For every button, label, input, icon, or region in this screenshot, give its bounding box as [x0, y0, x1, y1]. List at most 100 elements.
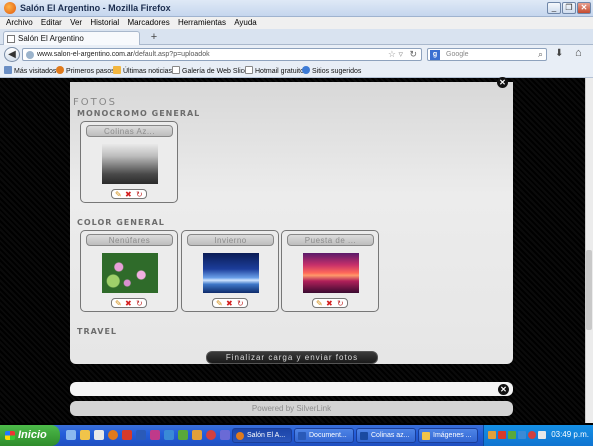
photo-card: Puesta de ... ✎ ✖ ↻: [281, 230, 379, 312]
app-icon[interactable]: [178, 430, 188, 440]
tray-icon[interactable]: [498, 431, 506, 439]
section-title-monocromo: MONOCROMO GENERAL: [77, 109, 201, 118]
folder-icon: [4, 66, 12, 74]
tab-label: Salón El Argentino: [18, 34, 84, 43]
photo-card: Invierno ✎ ✖ ↻: [181, 230, 279, 312]
photo-card: Colinas Az... ✎ ✖ ↻: [80, 121, 178, 203]
edit-icon[interactable]: ✎: [316, 299, 323, 308]
search-bar[interactable]: g Google ⌕: [427, 48, 547, 61]
restore-button[interactable]: ❐: [562, 2, 576, 14]
volume-icon[interactable]: [538, 431, 546, 439]
desktop-icon[interactable]: [94, 430, 104, 440]
rotate-icon[interactable]: ↻: [337, 299, 344, 308]
new-tab-button[interactable]: +: [146, 31, 162, 44]
page-icon: [245, 66, 253, 74]
app-icon[interactable]: [206, 430, 216, 440]
bookmark-mas-visitados[interactable]: Más visitados: [4, 66, 56, 75]
menu-bar: Archivo Editar Ver Historial Marcadores …: [0, 17, 593, 29]
url-text: www.salon-el-argentino.com.ar/default.as…: [37, 51, 210, 58]
firefox-icon: [56, 66, 64, 74]
back-button[interactable]: ◀: [4, 47, 20, 62]
start-button[interactable]: Inicio: [0, 425, 60, 446]
menu-historial[interactable]: Historial: [90, 17, 119, 29]
photo-thumbnail-sunset[interactable]: [303, 253, 359, 293]
vertical-scrollbar[interactable]: [585, 78, 593, 423]
firefox-icon[interactable]: [108, 430, 118, 440]
close-panel-icon[interactable]: ✕: [497, 77, 508, 88]
clock[interactable]: 03:49 p.m.: [551, 430, 589, 439]
bookmark-hotmail[interactable]: Hotmail gratuito: [245, 66, 304, 75]
edit-icon[interactable]: ✎: [216, 299, 223, 308]
photo-actions: ✎ ✖ ↻: [212, 298, 248, 308]
photo-thumbnail-waterlilies[interactable]: [102, 253, 158, 293]
folder-icon[interactable]: [80, 430, 90, 440]
search-placeholder: Google: [446, 51, 469, 58]
tab-salon[interactable]: Salón El Argentino: [3, 31, 140, 45]
taskbar-item-document[interactable]: Document...: [294, 428, 354, 443]
delete-icon[interactable]: ✖: [326, 299, 333, 308]
title-bar: Salón El Argentino - Mozilla Firefox _ ❐…: [0, 0, 593, 17]
menu-ver[interactable]: Ver: [70, 17, 82, 29]
bookmark-star-icon[interactable]: ☆ ▿: [388, 49, 403, 60]
delete-icon[interactable]: ✖: [226, 299, 233, 308]
app-icon[interactable]: [122, 430, 132, 440]
tray-icon[interactable]: [488, 431, 496, 439]
folder-icon: [422, 432, 430, 440]
google-icon[interactable]: g: [430, 50, 440, 60]
edit-icon[interactable]: ✎: [115, 299, 122, 308]
menu-archivo[interactable]: Archivo: [6, 17, 33, 29]
url-bar[interactable]: www.salon-el-argentino.com.ar/default.as…: [22, 48, 422, 61]
tray-icon[interactable]: [508, 431, 516, 439]
photoshop-icon: [360, 432, 368, 440]
rotate-icon[interactable]: ↻: [237, 299, 244, 308]
photo-thumbnail-blue-hills[interactable]: [102, 144, 158, 184]
app-icon[interactable]: [164, 430, 174, 440]
taskbar-item-firefox[interactable]: Salón El A...: [232, 428, 292, 443]
close-window-button[interactable]: ✕: [577, 2, 591, 14]
section-title-color: COLOR GENERAL: [77, 218, 165, 227]
word-icon[interactable]: [136, 430, 146, 440]
firefox-icon: [236, 432, 244, 440]
edit-icon[interactable]: ✎: [115, 190, 122, 199]
menu-editar[interactable]: Editar: [41, 17, 62, 29]
app-icon[interactable]: [220, 430, 230, 440]
app-icon[interactable]: [192, 430, 202, 440]
download-arrow-icon[interactable]: ⬇: [555, 48, 563, 59]
globe-icon: [26, 51, 34, 59]
app-icon[interactable]: [150, 430, 160, 440]
minimize-button[interactable]: _: [547, 2, 561, 14]
photo-caption: Puesta de ...: [287, 234, 374, 246]
page-heading: FOTOS: [73, 97, 117, 108]
taskbar-item-colinas[interactable]: Colinas az...: [356, 428, 416, 443]
rotate-icon[interactable]: ↻: [136, 299, 143, 308]
rotate-icon[interactable]: ↻: [136, 190, 143, 199]
bookmark-sitios-sugeridos[interactable]: Sitios sugeridos: [302, 66, 361, 75]
photo-thumbnail-winter[interactable]: [203, 253, 259, 293]
scrollbar-thumb[interactable]: [586, 250, 592, 330]
search-icon[interactable]: ⌕: [538, 49, 543, 60]
finalize-upload-button[interactable]: Finalizar carga y enviar fotos: [206, 351, 378, 364]
reload-icon[interactable]: ↻: [409, 49, 417, 60]
delete-icon[interactable]: ✖: [125, 299, 132, 308]
menu-marcadores[interactable]: Marcadores: [127, 17, 169, 29]
photo-actions: ✎ ✖ ↻: [111, 189, 147, 199]
menu-herramientas[interactable]: Herramientas: [178, 17, 226, 29]
bookmark-ultimas-noticias[interactable]: Últimas noticias: [113, 66, 172, 75]
windows-taskbar: Inicio Salón El A... Document... Colinas…: [0, 425, 593, 446]
photo-caption: Nenúfares: [86, 234, 173, 246]
close-bar-icon[interactable]: ✕: [498, 384, 509, 395]
secondary-panel-bar: [70, 382, 513, 396]
tray-icon[interactable]: [528, 431, 536, 439]
bookmark-galeria-web-slice[interactable]: Galería de Web Slice: [172, 66, 248, 75]
taskbar-item-imagenes[interactable]: Imágenes ...: [418, 428, 478, 443]
bookmark-primeros-pasos[interactable]: Primeros pasos: [56, 66, 115, 75]
photo-actions: ✎ ✖ ↻: [312, 298, 348, 308]
menu-ayuda[interactable]: Ayuda: [234, 17, 257, 29]
windows-logo-icon: [5, 431, 15, 440]
photo-caption: Colinas Az...: [86, 125, 173, 137]
tray-icon[interactable]: [518, 431, 526, 439]
page-icon: [172, 66, 180, 74]
home-icon[interactable]: ⌂: [575, 47, 582, 59]
quicklaunch-icon[interactable]: [66, 430, 76, 440]
delete-icon[interactable]: ✖: [125, 190, 132, 199]
